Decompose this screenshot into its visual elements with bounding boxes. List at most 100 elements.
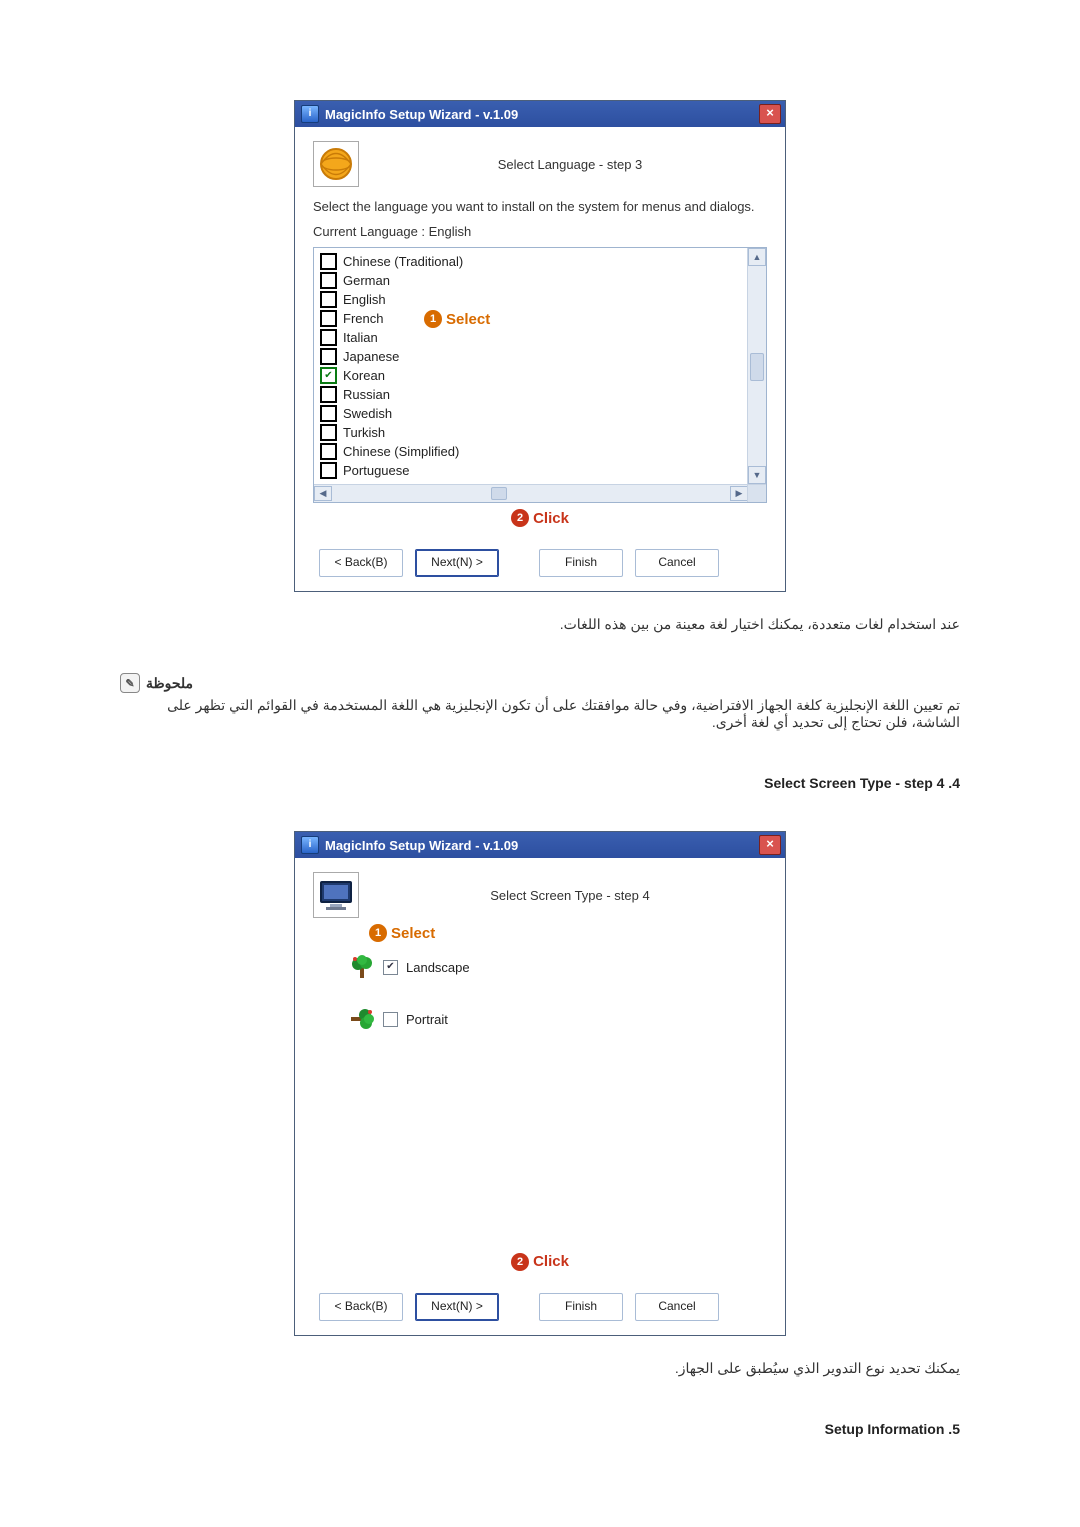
portrait-checkbox[interactable] — [383, 1012, 398, 1027]
language-checkbox[interactable] — [320, 329, 337, 346]
close-icon[interactable]: × — [759, 835, 781, 855]
callout-select-label: Select — [391, 925, 435, 942]
language-checkbox[interactable] — [320, 291, 337, 308]
vertical-scrollbar[interactable]: ▲ ▼ — [747, 248, 766, 484]
language-label: Chinese (Traditional) — [343, 254, 463, 269]
language-item[interactable]: Chinese (Traditional) — [320, 252, 744, 271]
language-item[interactable]: English — [320, 290, 744, 309]
body-text-2: يمكنك تحديد نوع التدوير الذي سيُطبق على … — [120, 1360, 960, 1377]
app-icon: i — [301, 105, 319, 123]
finish-button[interactable]: Finish — [539, 1293, 623, 1321]
language-item[interactable]: Korean — [320, 366, 744, 385]
callout-select: 1 Select — [424, 310, 490, 328]
language-label: English — [343, 292, 386, 307]
body-text-1: عند استخدام لغات متعددة، يمكنك اختيار لغ… — [120, 616, 960, 633]
language-item[interactable]: Swedish — [320, 404, 744, 423]
language-item[interactable]: Portuguese — [320, 461, 744, 480]
landscape-checkbox[interactable] — [383, 960, 398, 975]
language-label: French — [343, 311, 383, 326]
scroll-right-icon[interactable]: ▶ — [730, 486, 748, 501]
step-title: Select Screen Type - step 4 — [373, 888, 767, 903]
wizard-step3-dialog: i MagicInfo Setup Wizard - v.1.09 × Sele… — [294, 100, 786, 592]
globe-icon — [313, 141, 359, 187]
language-checkbox[interactable] — [320, 253, 337, 270]
callout-select: 1 Select — [369, 924, 435, 942]
hscroll-thumb[interactable] — [491, 487, 507, 500]
dialog-body: Select Screen Type - step 4 1 Select — [295, 858, 785, 1286]
horizontal-scrollbar[interactable]: ◀ ▶ — [314, 484, 748, 502]
dialog-title: MagicInfo Setup Wizard - v.1.09 — [325, 838, 753, 853]
note-icon: ✎ — [120, 673, 140, 693]
cancel-button[interactable]: Cancel — [635, 549, 719, 577]
language-label: Chinese (Simplified) — [343, 444, 459, 459]
cancel-button[interactable]: Cancel — [635, 1293, 719, 1321]
back-button[interactable]: < Back(B) — [319, 1293, 403, 1321]
language-checkbox[interactable] — [320, 462, 337, 479]
badge-2-icon: 2 — [511, 509, 529, 527]
close-icon[interactable]: × — [759, 104, 781, 124]
landscape-label: Landscape — [406, 960, 470, 975]
language-checkbox[interactable] — [320, 310, 337, 327]
language-item[interactable]: Turkish — [320, 423, 744, 442]
language-checkbox[interactable] — [320, 443, 337, 460]
language-item[interactable]: Japanese — [320, 347, 744, 366]
back-button[interactable]: < Back(B) — [319, 549, 403, 577]
callout-click-label: Click — [533, 510, 569, 527]
dialog-title: MagicInfo Setup Wizard - v.1.09 — [325, 107, 753, 122]
section-5-heading: 5. Setup Information — [120, 1421, 960, 1437]
dialog-titlebar[interactable]: i MagicInfo Setup Wizard - v.1.09 × — [295, 101, 785, 127]
app-icon: i — [301, 836, 319, 854]
portrait-label: Portrait — [406, 1012, 448, 1027]
language-label: Swedish — [343, 406, 392, 421]
note-heading: ملحوظة ✎ — [120, 673, 960, 693]
dialog-body: Select Language - step 3 Select the lang… — [295, 127, 785, 543]
next-button[interactable]: Next(N) > — [415, 1293, 499, 1321]
language-item[interactable]: Chinese (Simplified) — [320, 442, 744, 461]
dialog-titlebar[interactable]: i MagicInfo Setup Wizard - v.1.09 × — [295, 832, 785, 858]
scroll-up-icon[interactable]: ▲ — [748, 248, 766, 266]
section-4-heading: 4. Select Screen Type - step 4 — [120, 775, 960, 791]
language-checkbox[interactable] — [320, 367, 337, 384]
dialog-button-row: < Back(B) Next(N) > Finish Cancel — [295, 1287, 785, 1335]
scroll-thumb[interactable] — [750, 353, 764, 381]
language-item[interactable]: Russian — [320, 385, 744, 404]
wizard-step4-dialog: i MagicInfo Setup Wizard - v.1.09 × Sele… — [294, 831, 786, 1335]
tree-landscape-icon — [349, 954, 375, 980]
language-checkbox[interactable] — [320, 405, 337, 422]
option-portrait[interactable]: Portrait — [349, 1006, 767, 1032]
monitor-icon — [313, 872, 359, 918]
callout-click: 2 Click — [511, 1253, 569, 1271]
language-item[interactable]: Italian — [320, 328, 744, 347]
scroll-down-icon[interactable]: ▼ — [748, 466, 766, 484]
tree-portrait-icon — [349, 1006, 375, 1032]
note-body: تم تعيين اللغة الإنجليزية كلغة الجهاز ال… — [120, 697, 960, 731]
badge-1-icon: 1 — [424, 310, 442, 328]
badge-1-icon: 1 — [369, 924, 387, 942]
language-item[interactable]: French — [320, 309, 744, 328]
callout-select-label: Select — [446, 311, 490, 328]
option-landscape[interactable]: Landscape — [349, 954, 767, 980]
dialog-button-row: < Back(B) Next(N) > Finish Cancel — [295, 543, 785, 591]
language-label: German — [343, 273, 390, 288]
note-title: ملحوظة — [146, 675, 193, 692]
current-language-label: Current Language : English — [313, 224, 767, 239]
language-checkbox[interactable] — [320, 348, 337, 365]
language-label: Russian — [343, 387, 390, 402]
step-description: Select the language you want to install … — [313, 199, 767, 214]
language-checkbox[interactable] — [320, 386, 337, 403]
language-label: Italian — [343, 330, 378, 345]
finish-button[interactable]: Finish — [539, 549, 623, 577]
language-label: Korean — [343, 368, 385, 383]
language-label: Japanese — [343, 349, 399, 364]
badge-2-icon: 2 — [511, 1253, 529, 1271]
callout-click-label: Click — [533, 1253, 569, 1270]
step-title: Select Language - step 3 — [373, 157, 767, 172]
language-listbox[interactable]: Chinese (Traditional) German English French… — [313, 247, 767, 503]
language-label: Portuguese — [343, 463, 410, 478]
language-item[interactable]: German — [320, 271, 744, 290]
scroll-corner — [747, 484, 766, 502]
language-checkbox[interactable] — [320, 272, 337, 289]
next-button[interactable]: Next(N) > — [415, 549, 499, 577]
scroll-left-icon[interactable]: ◀ — [314, 486, 332, 501]
language-checkbox[interactable] — [320, 424, 337, 441]
